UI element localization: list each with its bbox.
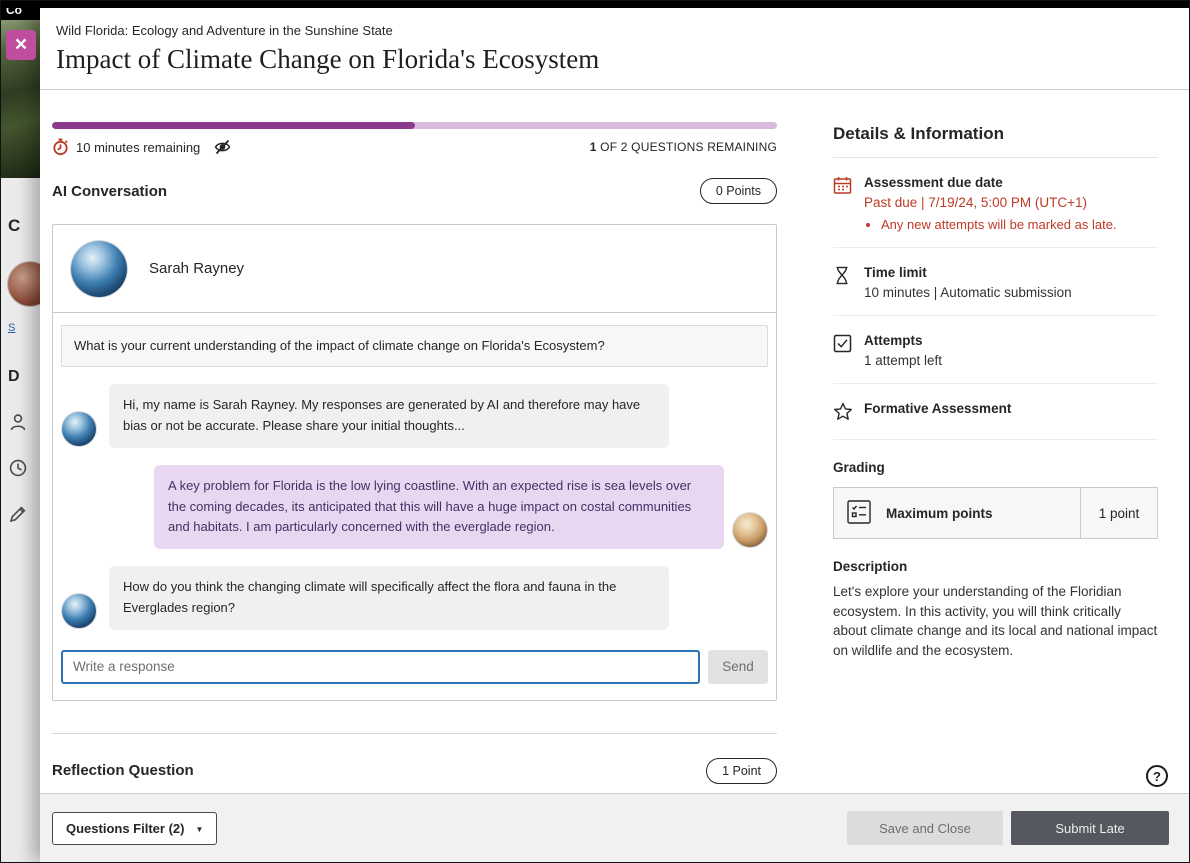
due-date-label: Assessment due date [864, 175, 1117, 190]
ai-conversation-card: Sarah Rayney What is your current unders… [52, 224, 777, 701]
timer-status-row: 10 minutes remaining 1 OF 2 QUESTIONS RE… [52, 138, 777, 156]
chat-input-row: Send [53, 630, 776, 700]
late-warning-list: Any new attempts will be marked as late. [864, 217, 1117, 232]
background-page-strip: Co C S D [0, 0, 40, 863]
submit-late-button[interactable]: Submit Late [1011, 811, 1169, 845]
send-button[interactable]: Send [708, 650, 768, 684]
help-icon[interactable] [1146, 765, 1168, 787]
agent-name: Sarah Rayney [149, 260, 244, 277]
chat-message-ai: Hi, my name is Sarah Rayney. My response… [61, 384, 768, 448]
chat-header: Sarah Rayney [53, 225, 776, 313]
agent-avatar-small [62, 412, 96, 446]
agent-avatar-small [62, 594, 96, 628]
due-date-value: Past due | 7/19/24, 5:00 PM (UTC+1) [864, 195, 1117, 210]
page-title: Impact of Climate Change on Florida's Ec… [56, 44, 1165, 75]
response-input[interactable] [61, 650, 700, 684]
user-message-bubble: A key problem for Florida is the low lyi… [154, 465, 724, 549]
description-label: Description [833, 559, 1158, 574]
ai-message-bubble: How do you think the changing climate wi… [109, 566, 669, 630]
timer-icon [52, 138, 69, 156]
ai-conversation-title: AI Conversation [52, 183, 167, 200]
questions-remaining-count: 1 [590, 140, 597, 154]
timer-text: 10 minutes remaining [76, 140, 200, 155]
reflection-points-pill[interactable]: 1 Point [706, 758, 777, 784]
question-column: 10 minutes remaining 1 OF 2 QUESTIONS RE… [52, 90, 777, 784]
questions-filter-label: Questions Filter (2) [66, 821, 184, 836]
rubric-checklist-icon [846, 499, 872, 528]
grading-box: Maximum points 1 point [833, 487, 1158, 539]
background-heading-details: D [8, 368, 40, 386]
user-avatar-small [733, 513, 767, 547]
formative-row: Formative Assessment [833, 384, 1158, 440]
calendar-icon [833, 175, 853, 232]
ai-message-bubble: Hi, my name is Sarah Rayney. My response… [109, 384, 669, 448]
panel-header: Wild Florida: Ecology and Adventure in t… [40, 8, 1189, 90]
course-name: Wild Florida: Ecology and Adventure in t… [56, 23, 1165, 38]
details-sidebar: Details & Information Assessment due dat… [833, 90, 1158, 660]
background-avatar [8, 262, 40, 306]
details-heading: Details & Information [833, 124, 1158, 158]
formative-label: Formative Assessment [864, 401, 1011, 416]
chat-message-user: A key problem for Florida is the low lyi… [61, 465, 768, 549]
section-divider [52, 733, 777, 734]
reflection-question-title: Reflection Question [52, 762, 194, 779]
hourglass-icon [833, 265, 853, 300]
reflection-question-header: Reflection Question 1 Point [52, 758, 777, 784]
person-icon [8, 412, 28, 432]
chat-transcript: What is your current understanding of th… [53, 313, 776, 630]
background-heading-content: C [8, 216, 40, 236]
progress-fill [52, 122, 415, 129]
close-panel-button[interactable] [6, 30, 36, 60]
late-warning: Any new attempts will be marked as late. [881, 217, 1117, 232]
clock-icon [8, 458, 28, 478]
questions-remaining: 1 OF 2 QUESTIONS REMAINING [590, 140, 777, 154]
ai-conversation-points-pill[interactable]: 0 Points [700, 178, 777, 204]
assessment-panel: Wild Florida: Ecology and Adventure in t… [40, 8, 1189, 862]
hide-timer-icon[interactable] [214, 139, 231, 155]
maximum-points-label: Maximum points [886, 506, 993, 521]
browser-top-bar [0, 0, 1190, 8]
grading-label: Grading [833, 460, 1158, 475]
save-and-close-button[interactable]: Save and Close [847, 811, 1003, 845]
chat-message-ai: How do you think the changing climate wi… [61, 566, 768, 630]
attempts-row: Attempts 1 attempt left [833, 316, 1158, 384]
questions-filter-button[interactable]: Questions Filter (2) [52, 812, 217, 845]
questions-remaining-text: OF 2 QUESTIONS REMAINING [597, 140, 777, 154]
pencil-icon [8, 504, 28, 524]
footer-bar: Questions Filter (2) Save and Close Subm… [40, 793, 1189, 862]
chevron-down-icon [195, 821, 203, 836]
conversation-prompt: What is your current understanding of th… [61, 325, 768, 367]
time-limit-row: Time limit 10 minutes | Automatic submis… [833, 248, 1158, 316]
star-icon [833, 401, 853, 424]
attempts-value: 1 attempt left [864, 353, 942, 368]
checkbox-check-icon [833, 333, 853, 368]
maximum-points-value: 1 point [1080, 488, 1157, 538]
description-text: Let's explore your understanding of the … [833, 582, 1158, 660]
ai-conversation-header: AI Conversation 0 Points [52, 178, 777, 204]
background-link: S [8, 322, 15, 334]
agent-avatar [71, 241, 127, 297]
due-date-row: Assessment due date Past due | 7/19/24, … [833, 158, 1158, 248]
time-limit-label: Time limit [864, 265, 1072, 280]
time-limit-value: 10 minutes | Automatic submission [864, 285, 1072, 300]
assessment-progress-bar [52, 122, 777, 129]
attempts-label: Attempts [864, 333, 942, 348]
